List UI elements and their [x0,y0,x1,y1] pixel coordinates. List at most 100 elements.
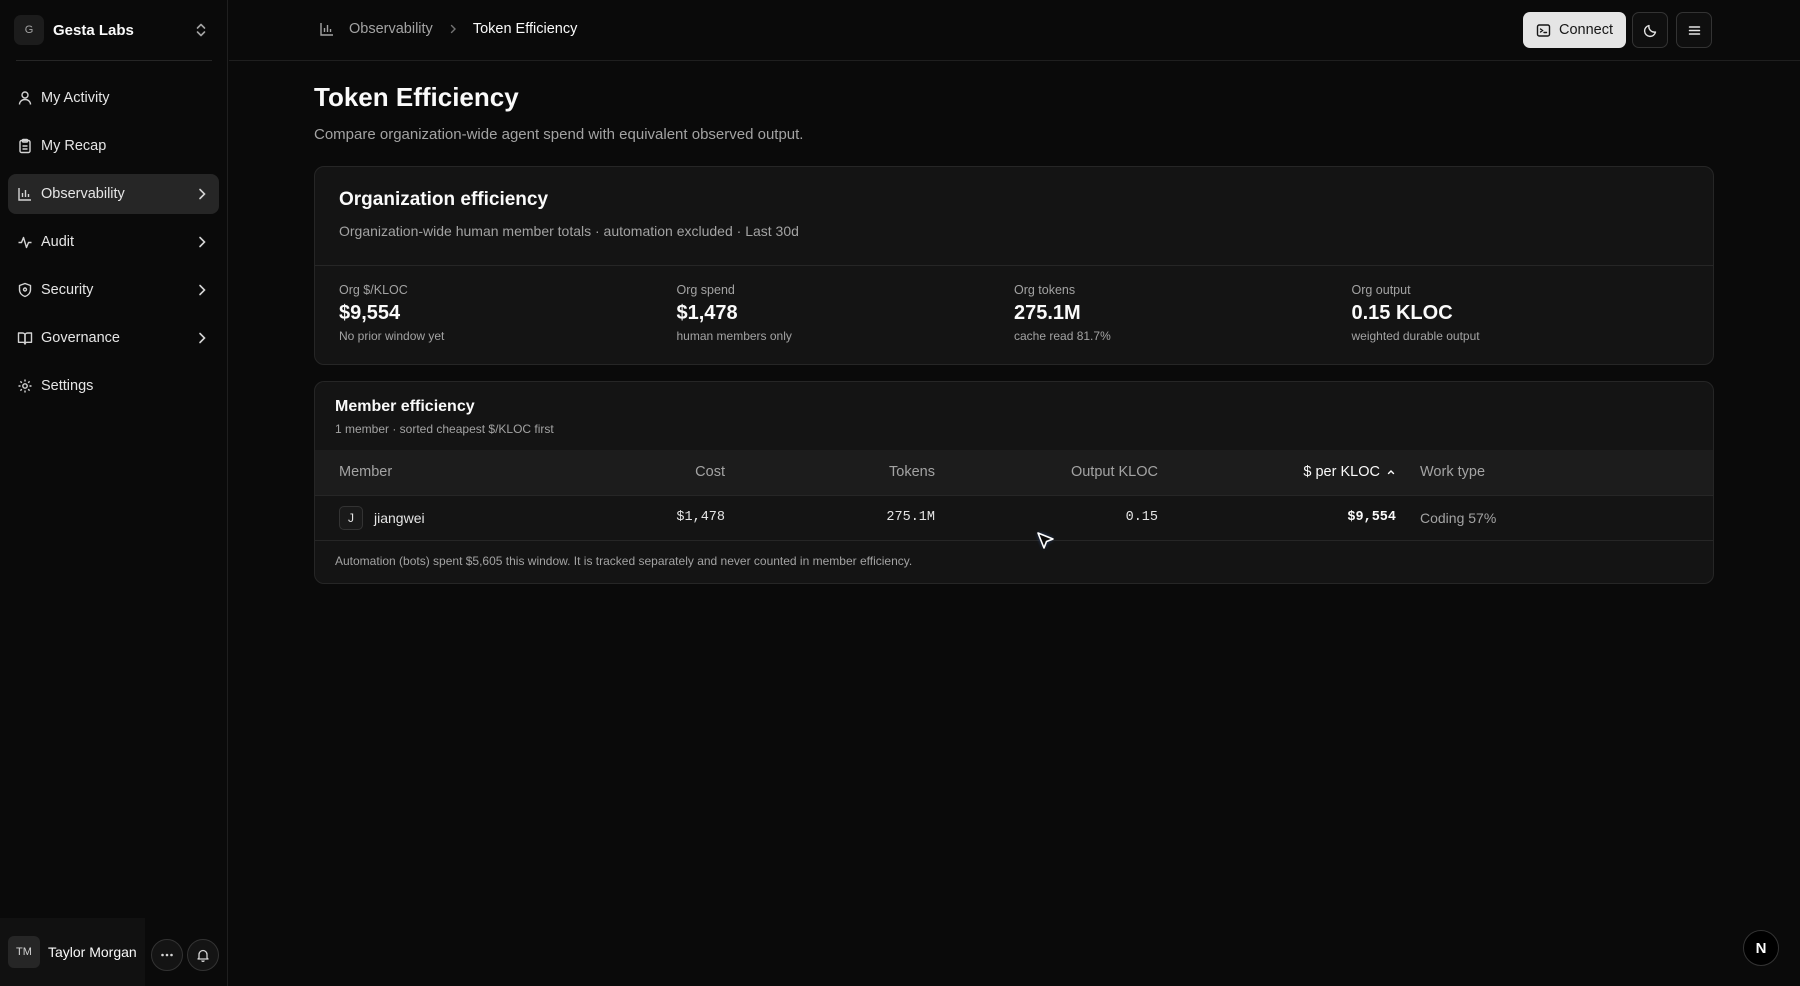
theme-toggle-button[interactable] [1632,12,1668,48]
member-efficiency-subtitle: 1 member · sorted cheapest $/KLOC first [335,422,554,436]
top-bar: Observability Token Efficiency Connect [229,0,1800,61]
column-header-per-kloc[interactable]: $ per KLOC [1158,450,1396,495]
org-name: Gesta Labs [53,21,134,39]
member-table: Member Cost Tokens Output KLOC $ per KLO… [315,450,1713,541]
stat-label: Org spend [676,283,735,297]
sidebar: G Gesta Labs My Activity My Recap Observ… [0,0,228,986]
chevron-right-icon [195,187,209,201]
stat-org-output: Org output 0.15 KLOC weighted durable ou… [1352,283,1690,343]
cell-tokens: 275.1M [886,510,935,525]
stat-note: human members only [676,329,792,343]
clipboard-icon [17,138,33,154]
chevrons-up-down-icon [194,22,208,38]
bell-icon [196,948,210,962]
bar-chart-icon [319,21,335,37]
member-avatar: J [339,505,363,530]
notifications-button[interactable] [187,939,219,971]
stat-label: Org $/KLOC [339,283,408,297]
user-bar: TM Taylor Morgan [0,918,228,986]
org-efficiency-header: Organization efficiency Organization-wid… [315,167,1713,266]
sidebar-item-label: Settings [41,378,94,394]
user-menu[interactable]: TM Taylor Morgan [0,918,145,986]
connect-button[interactable]: Connect [1523,12,1626,48]
stat-org-cost-per-kloc: Org $/KLOC $9,554 No prior window yet [339,283,677,343]
column-header-member[interactable]: Member [315,450,515,495]
user-icon [17,90,33,106]
chevron-right-icon [195,283,209,297]
user-name: Taylor Morgan [48,944,137,960]
terminal-icon [1536,23,1559,38]
table-row[interactable]: J jiangwei $1,478 275.1M 0.15 $9,554 Cod… [315,495,1713,540]
automation-note: Automation (bots) spent $5,605 this wind… [335,553,913,568]
menu-icon [1687,23,1702,38]
stat-note: No prior window yet [339,329,445,343]
column-header-output-kloc[interactable]: Output KLOC [935,450,1158,495]
chevron-right-icon [447,23,459,35]
org-efficiency-card: Organization efficiency Organization-wid… [314,166,1714,365]
member-efficiency-header: Member efficiency 1 member · sorted chea… [315,382,1713,450]
sidebar-item-label: My Activity [41,90,110,106]
table-header-row: Member Cost Tokens Output KLOC $ per KLO… [315,450,1713,495]
stat-org-spend: Org spend $1,478 human members only [677,283,1015,343]
column-header-work-type[interactable]: Work type [1396,450,1713,495]
cell-cost: $1,478 [676,510,725,525]
org-efficiency-title: Organization efficiency [339,189,549,210]
sidebar-item-settings[interactable]: Settings [8,366,219,406]
connect-label: Connect [1558,22,1613,38]
next-devtools-badge[interactable]: N [1743,930,1779,966]
column-header-per-kloc-label: $ per KLOC [1303,464,1380,481]
page-title: Token Efficiency [314,82,519,112]
ellipsis-icon [160,948,174,962]
org-switcher[interactable]: G Gesta Labs [14,14,214,46]
breadcrumb-current: Token Efficiency [472,21,578,37]
stat-value: 275.1M [1014,302,1081,324]
more-options-button[interactable] [151,939,183,971]
sidebar-item-label: Audit [41,234,75,250]
member-efficiency-title: Member efficiency [335,398,475,415]
column-header-cost[interactable]: Cost [515,450,725,495]
member-efficiency-card: Member efficiency 1 member · sorted chea… [314,381,1714,584]
stat-note: weighted durable output [1351,329,1480,343]
org-logo: G [14,15,44,45]
stat-note: cache read 81.7% [1014,329,1111,343]
org-stats: Org $/KLOC $9,554 No prior window yet Or… [315,266,1713,360]
activity-icon [17,234,33,250]
cell-work-type: Coding 57% [1420,509,1497,526]
sidebar-nav: My Activity My Recap Observability Audit [8,78,219,414]
chevron-right-icon [195,331,209,345]
book-open-icon [17,330,33,346]
column-header-tokens[interactable]: Tokens [725,450,935,495]
cell-member: J jiangwei [315,495,515,540]
avatar: TM [8,936,40,968]
sidebar-item-label: Governance [41,330,120,346]
sidebar-item-my-activity[interactable]: My Activity [8,78,219,118]
sidebar-divider [16,60,212,61]
stat-value: $1,478 [676,302,738,324]
sidebar-item-label: My Recap [41,138,107,154]
breadcrumb-observability[interactable]: Observability [349,21,433,37]
page-subtitle: Compare organization-wide agent spend wi… [314,126,804,143]
stat-value: $9,554 [339,302,401,324]
stat-org-tokens: Org tokens 275.1M cache read 81.7% [1014,283,1352,343]
breadcrumb: Observability Token Efficiency [319,21,577,37]
org-efficiency-subtitle: Organization-wide human member totals · … [339,223,799,239]
shield-icon [17,282,33,298]
sidebar-item-governance[interactable]: Governance [8,318,219,358]
cell-per-kloc: $9,554 [1347,510,1396,525]
chevron-right-icon [195,235,209,249]
menu-button[interactable] [1676,12,1712,48]
chevron-up-icon [1386,467,1396,477]
sidebar-item-label: Security [41,282,94,298]
mouse-cursor-icon [1034,530,1058,554]
moon-icon [1643,23,1658,38]
sidebar-item-my-recap[interactable]: My Recap [8,126,219,166]
sidebar-item-label: Observability [41,186,125,202]
sidebar-item-observability[interactable]: Observability [8,174,219,214]
sidebar-item-audit[interactable]: Audit [8,222,219,262]
stat-value: 0.15 KLOC [1351,302,1453,324]
stat-label: Org output [1351,283,1411,297]
sidebar-item-security[interactable]: Security [8,270,219,310]
stat-label: Org tokens [1014,283,1076,297]
member-name[interactable]: jiangwei [374,510,425,526]
gear-icon [17,378,33,394]
